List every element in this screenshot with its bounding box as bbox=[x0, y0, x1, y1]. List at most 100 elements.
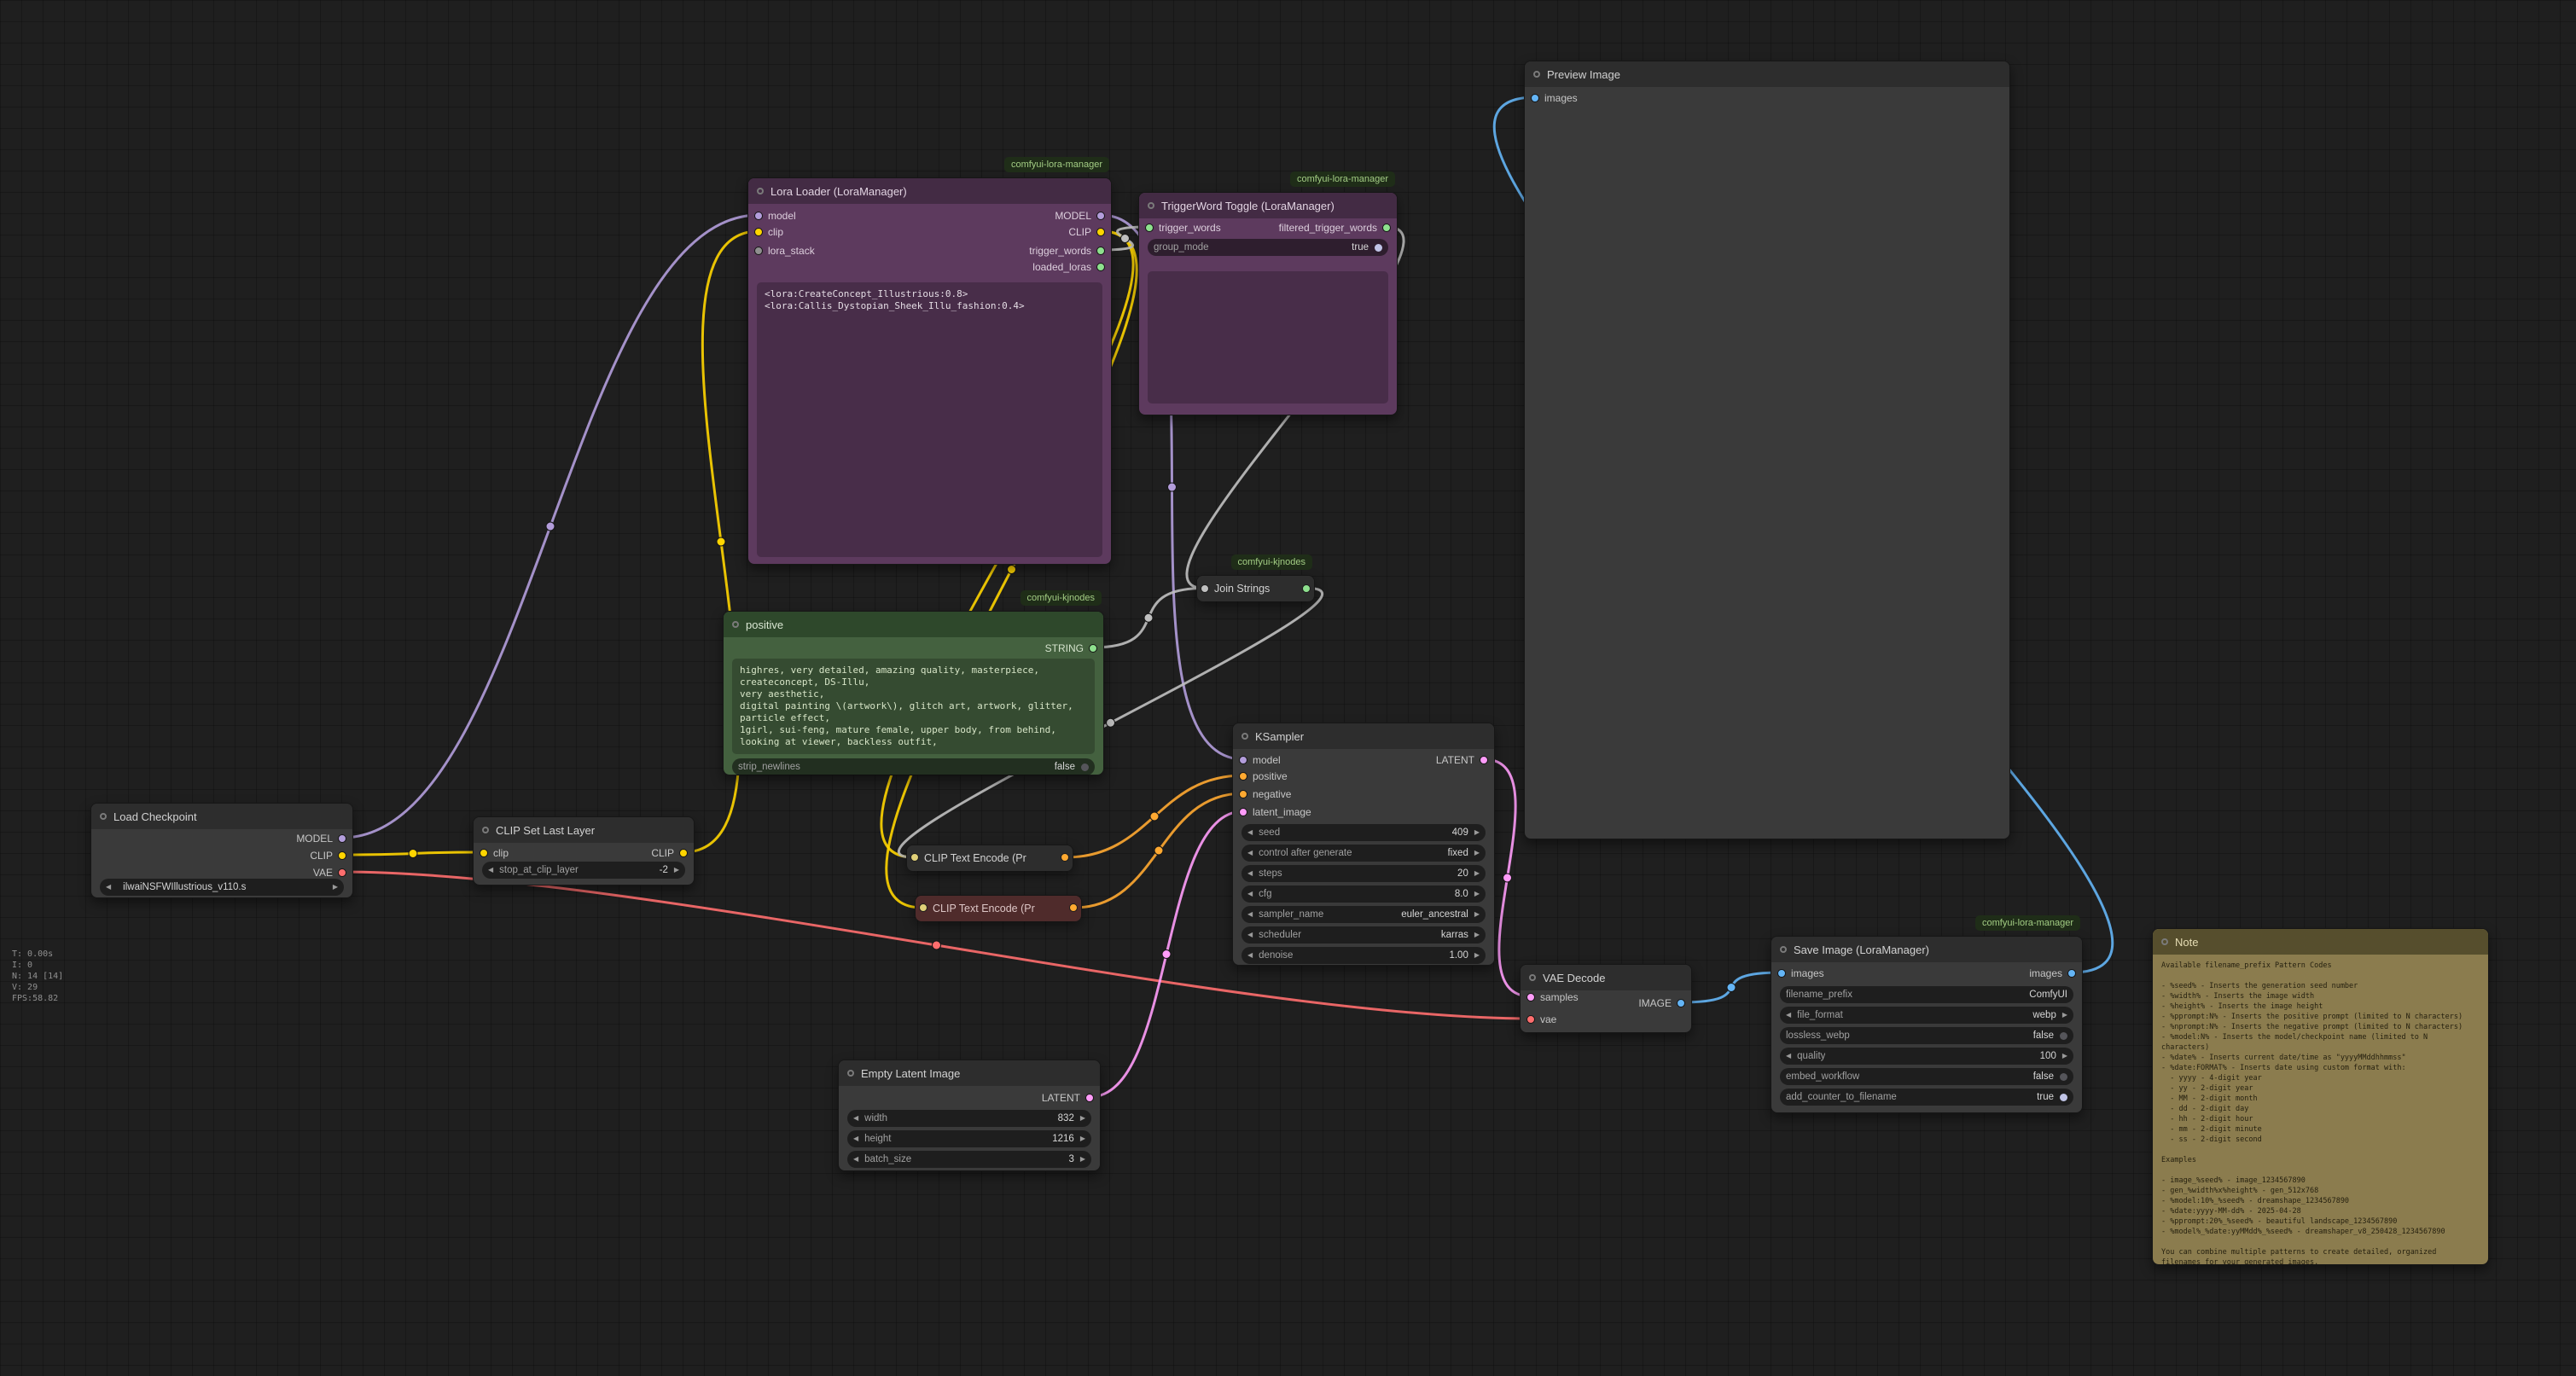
decrement-arrow-icon[interactable]: ◀ bbox=[1786, 1012, 1791, 1019]
widget-sampler-name[interactable]: ◀sampler_nameeuler_ancestral▶ bbox=[1241, 906, 1486, 923]
increment-arrow-icon[interactable]: ▶ bbox=[1474, 891, 1480, 897]
collapsed-input-port[interactable] bbox=[1201, 584, 1209, 593]
node-save-image[interactable]: comfyui-lora-managerSave Image (LoraMana… bbox=[1771, 936, 2083, 1113]
samples-input-port[interactable]: samples bbox=[1526, 989, 1579, 1006]
port-dot-icon[interactable] bbox=[1239, 772, 1247, 781]
graph-canvas[interactable]: Load CheckpointMODELCLIPVAE◀ilwaiNSFWIll… bbox=[0, 0, 2576, 1376]
text-area[interactable]: <lora:CreateConcept_Illustrious:0.8> <lo… bbox=[757, 282, 1102, 557]
text-area[interactable] bbox=[1148, 271, 1388, 404]
increment-arrow-icon[interactable]: ▶ bbox=[1474, 932, 1480, 938]
node-titlebar[interactable]: TriggerWord Toggle (LoraManager) bbox=[1139, 193, 1397, 218]
collapsed-output-port[interactable] bbox=[1069, 903, 1078, 912]
decrement-arrow-icon[interactable]: ◀ bbox=[106, 884, 111, 891]
collapse-dot-icon[interactable] bbox=[1241, 733, 1248, 740]
port-dot-icon[interactable] bbox=[480, 849, 488, 857]
decrement-arrow-icon[interactable]: ◀ bbox=[1247, 829, 1253, 836]
text-area[interactable]: highres, very detailed, amazing quality,… bbox=[732, 659, 1095, 754]
port-dot-icon[interactable] bbox=[338, 834, 346, 843]
decrement-arrow-icon[interactable]: ◀ bbox=[1247, 932, 1253, 938]
port-dot-icon[interactable] bbox=[1480, 756, 1488, 764]
node-titlebar[interactable]: VAE Decode bbox=[1521, 965, 1691, 990]
increment-arrow-icon[interactable]: ▶ bbox=[674, 867, 679, 874]
port-dot-icon[interactable] bbox=[754, 212, 763, 220]
widget-batch-size[interactable]: ◀batch_size3▶ bbox=[847, 1151, 1091, 1168]
port-dot-icon[interactable] bbox=[2067, 969, 2076, 978]
positive-input-port[interactable]: positive bbox=[1239, 768, 1288, 785]
port-dot-icon[interactable] bbox=[338, 851, 346, 860]
widget-strip-newlines[interactable]: strip_newlinesfalse bbox=[732, 758, 1095, 775]
toggle-dot-icon[interactable] bbox=[2060, 1094, 2067, 1101]
collapsed-output-port[interactable] bbox=[1302, 584, 1311, 593]
decrement-arrow-icon[interactable]: ◀ bbox=[1247, 850, 1253, 856]
widget-scheduler[interactable]: ◀schedulerkarras▶ bbox=[1241, 926, 1486, 943]
node-note[interactable]: NoteAvailable filename_prefix Pattern Co… bbox=[2152, 928, 2489, 1265]
port-dot-icon[interactable] bbox=[679, 849, 688, 857]
node-cte-negative[interactable]: CLIP Text Encode (Pr bbox=[915, 895, 1082, 920]
widget-seed[interactable]: ◀seed409▶ bbox=[1241, 824, 1486, 841]
node-join-strings[interactable]: comfyui-kjnodesJoin Strings bbox=[1196, 575, 1315, 601]
latent-output-port[interactable]: LATENT bbox=[1042, 1089, 1094, 1106]
collapse-dot-icon[interactable] bbox=[847, 1070, 854, 1077]
port-dot-icon[interactable] bbox=[1239, 808, 1247, 816]
port-dot-icon[interactable] bbox=[1526, 1015, 1535, 1024]
clip-output-port[interactable]: CLIP bbox=[310, 847, 346, 864]
node-titlebar[interactable]: CLIP Text Encode (Pr bbox=[907, 845, 1073, 871]
node-titlebar[interactable]: Load Checkpoint bbox=[91, 804, 352, 829]
port-dot-icon[interactable] bbox=[1096, 247, 1105, 255]
vae-input-port[interactable]: vae bbox=[1526, 1011, 1556, 1028]
images-input-port[interactable]: images bbox=[1777, 965, 1824, 982]
decrement-arrow-icon[interactable]: ◀ bbox=[853, 1156, 858, 1163]
collapsed-input-port[interactable] bbox=[910, 853, 919, 862]
widget-filename-prefix[interactable]: filename_prefixComfyUI bbox=[1780, 986, 2073, 1003]
note-body-text[interactable]: Available filename_prefix Pattern Codes … bbox=[2153, 955, 2488, 1264]
decrement-arrow-icon[interactable]: ◀ bbox=[853, 1135, 858, 1142]
model-input-port[interactable]: model bbox=[754, 207, 796, 224]
increment-arrow-icon[interactable]: ▶ bbox=[1474, 870, 1480, 877]
port-dot-icon[interactable] bbox=[754, 228, 763, 236]
collapse-dot-icon[interactable] bbox=[732, 621, 739, 628]
node-trigger-toggle[interactable]: comfyui-lora-managerTriggerWord Toggle (… bbox=[1138, 192, 1398, 415]
images-input-port[interactable]: images bbox=[1531, 90, 1578, 107]
port-dot-icon[interactable] bbox=[1096, 263, 1105, 271]
decrement-arrow-icon[interactable]: ◀ bbox=[1786, 1053, 1791, 1060]
widget-width[interactable]: ◀width832▶ bbox=[847, 1110, 1091, 1127]
node-empty-latent[interactable]: Empty Latent Image LATENT ◀width832▶ ◀heigh… bbox=[838, 1060, 1101, 1171]
model-input-port[interactable]: model bbox=[1239, 752, 1281, 769]
increment-arrow-icon[interactable]: ▶ bbox=[333, 884, 338, 891]
node-titlebar[interactable]: Save Image (LoraManager) bbox=[1771, 937, 2082, 962]
collapsed-input-port[interactable] bbox=[919, 903, 927, 912]
collapse-dot-icon[interactable] bbox=[2161, 938, 2168, 945]
collapsed-output-port[interactable] bbox=[1061, 853, 1069, 862]
collapse-dot-icon[interactable] bbox=[482, 827, 489, 833]
latent-output-port[interactable]: LATENT bbox=[1436, 752, 1488, 769]
port-dot-icon[interactable] bbox=[1239, 756, 1247, 764]
collapse-dot-icon[interactable] bbox=[1148, 202, 1154, 209]
node-titlebar[interactable]: CLIP Text Encode (Pr bbox=[916, 896, 1081, 921]
port-dot-icon[interactable] bbox=[1382, 224, 1391, 232]
collapse-dot-icon[interactable] bbox=[1529, 974, 1536, 981]
widget-lossless-webp[interactable]: lossless_webpfalse bbox=[1780, 1027, 2073, 1044]
node-titlebar[interactable]: Join Strings bbox=[1197, 576, 1314, 601]
node-titlebar[interactable]: Empty Latent Image bbox=[839, 1060, 1100, 1086]
increment-arrow-icon[interactable]: ▶ bbox=[2062, 1053, 2067, 1060]
port-dot-icon[interactable] bbox=[1239, 790, 1247, 798]
collapse-dot-icon[interactable] bbox=[1533, 71, 1540, 78]
filtered-trigger-words-output-port[interactable]: filtered_trigger_words bbox=[1279, 219, 1391, 236]
increment-arrow-icon[interactable]: ▶ bbox=[1080, 1135, 1085, 1142]
trigger-words-output-port[interactable]: trigger_words bbox=[1029, 242, 1105, 259]
decrement-arrow-icon[interactable]: ◀ bbox=[1247, 952, 1253, 959]
node-titlebar[interactable]: Preview Image bbox=[1525, 61, 2009, 87]
node-cte-positive[interactable]: CLIP Text Encode (Pr bbox=[906, 845, 1073, 870]
port-dot-icon[interactable] bbox=[1096, 228, 1105, 236]
node-preview-image[interactable]: Preview Image images bbox=[1524, 61, 2010, 839]
widget-ckpt-name[interactable]: ◀ilwaiNSFWIllustrious_v110.s▶ bbox=[100, 879, 344, 896]
increment-arrow-icon[interactable]: ▶ bbox=[2062, 1012, 2067, 1019]
image-output-port[interactable]: IMAGE bbox=[1638, 995, 1685, 1012]
increment-arrow-icon[interactable]: ▶ bbox=[1080, 1115, 1085, 1122]
widget-control-after-generate[interactable]: ◀control after generatefixed▶ bbox=[1241, 845, 1486, 862]
port-dot-icon[interactable] bbox=[1089, 644, 1097, 653]
port-dot-icon[interactable] bbox=[338, 868, 346, 877]
increment-arrow-icon[interactable]: ▶ bbox=[1474, 952, 1480, 959]
clip-output-port[interactable]: CLIP bbox=[651, 845, 688, 862]
widget-height[interactable]: ◀height1216▶ bbox=[847, 1130, 1091, 1147]
